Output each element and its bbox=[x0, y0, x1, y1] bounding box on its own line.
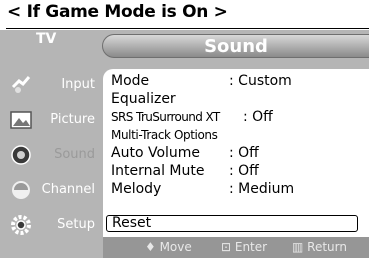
input-icon bbox=[11, 76, 31, 93]
sidebar-item-label: Input bbox=[61, 77, 95, 92]
enter-hint: ⊡ Enter bbox=[221, 240, 268, 254]
sidebar-item-picture[interactable]: Picture bbox=[0, 103, 101, 138]
sidebar-item-setup[interactable]: Setup bbox=[0, 208, 101, 243]
picture-icon bbox=[10, 111, 32, 129]
move-hint: ♦ Move bbox=[145, 240, 192, 254]
menu-item-label: Mode bbox=[111, 73, 150, 89]
sidebar-item-label: Picture bbox=[50, 112, 95, 127]
sidebar-item-label: Sound bbox=[54, 147, 95, 162]
menu-item-value: : Medium bbox=[229, 181, 295, 197]
return-hint: ▥ Return bbox=[292, 240, 347, 254]
sidebar-item-input[interactable]: Input bbox=[0, 68, 101, 103]
channel-icon bbox=[12, 181, 30, 199]
sidebar-item-sound[interactable]: Sound bbox=[0, 138, 101, 173]
sound-menu-panel: Mode : Custom Equalizer SRS TruSurround … bbox=[103, 69, 369, 237]
menu-title-bar: Sound bbox=[102, 34, 369, 58]
menu-item-label: Internal Mute bbox=[111, 163, 205, 179]
menu-item-value: : Off bbox=[243, 109, 273, 125]
setup-icon bbox=[11, 215, 31, 235]
menu-item-reset[interactable]: Reset bbox=[106, 215, 358, 232]
menu-item-label: Equalizer bbox=[111, 91, 176, 107]
menu-item-value: : Custom bbox=[229, 73, 292, 89]
menu-item-label: Auto Volume bbox=[111, 145, 201, 161]
tv-label: TV bbox=[36, 31, 57, 47]
menu-title: Sound bbox=[204, 36, 268, 57]
caption-divider bbox=[6, 28, 369, 29]
menu-item-label: Reset bbox=[112, 215, 152, 231]
page-caption: < If Game Mode is On > bbox=[7, 2, 228, 22]
sidebar-item-label: Setup bbox=[57, 217, 95, 232]
tv-osd-screen: TV Sound Input Picture Sound Channel Set… bbox=[0, 30, 369, 258]
menu-item-value: : Off bbox=[229, 163, 259, 179]
footer-help-bar: ♦ Move ⊡ Enter ▥ Return bbox=[103, 237, 369, 258]
menu-item-value: : Off bbox=[229, 145, 259, 161]
menu-item-label: SRS TruSurround XT bbox=[111, 110, 220, 124]
menu-item-label: Melody bbox=[111, 181, 162, 197]
sidebar-item-label: Channel bbox=[41, 182, 95, 197]
sidebar: Input Picture Sound Channel Setup bbox=[0, 68, 101, 243]
sound-icon bbox=[11, 145, 31, 165]
sidebar-item-channel[interactable]: Channel bbox=[0, 173, 101, 208]
menu-item-label: Multi-Track Options bbox=[111, 128, 218, 142]
